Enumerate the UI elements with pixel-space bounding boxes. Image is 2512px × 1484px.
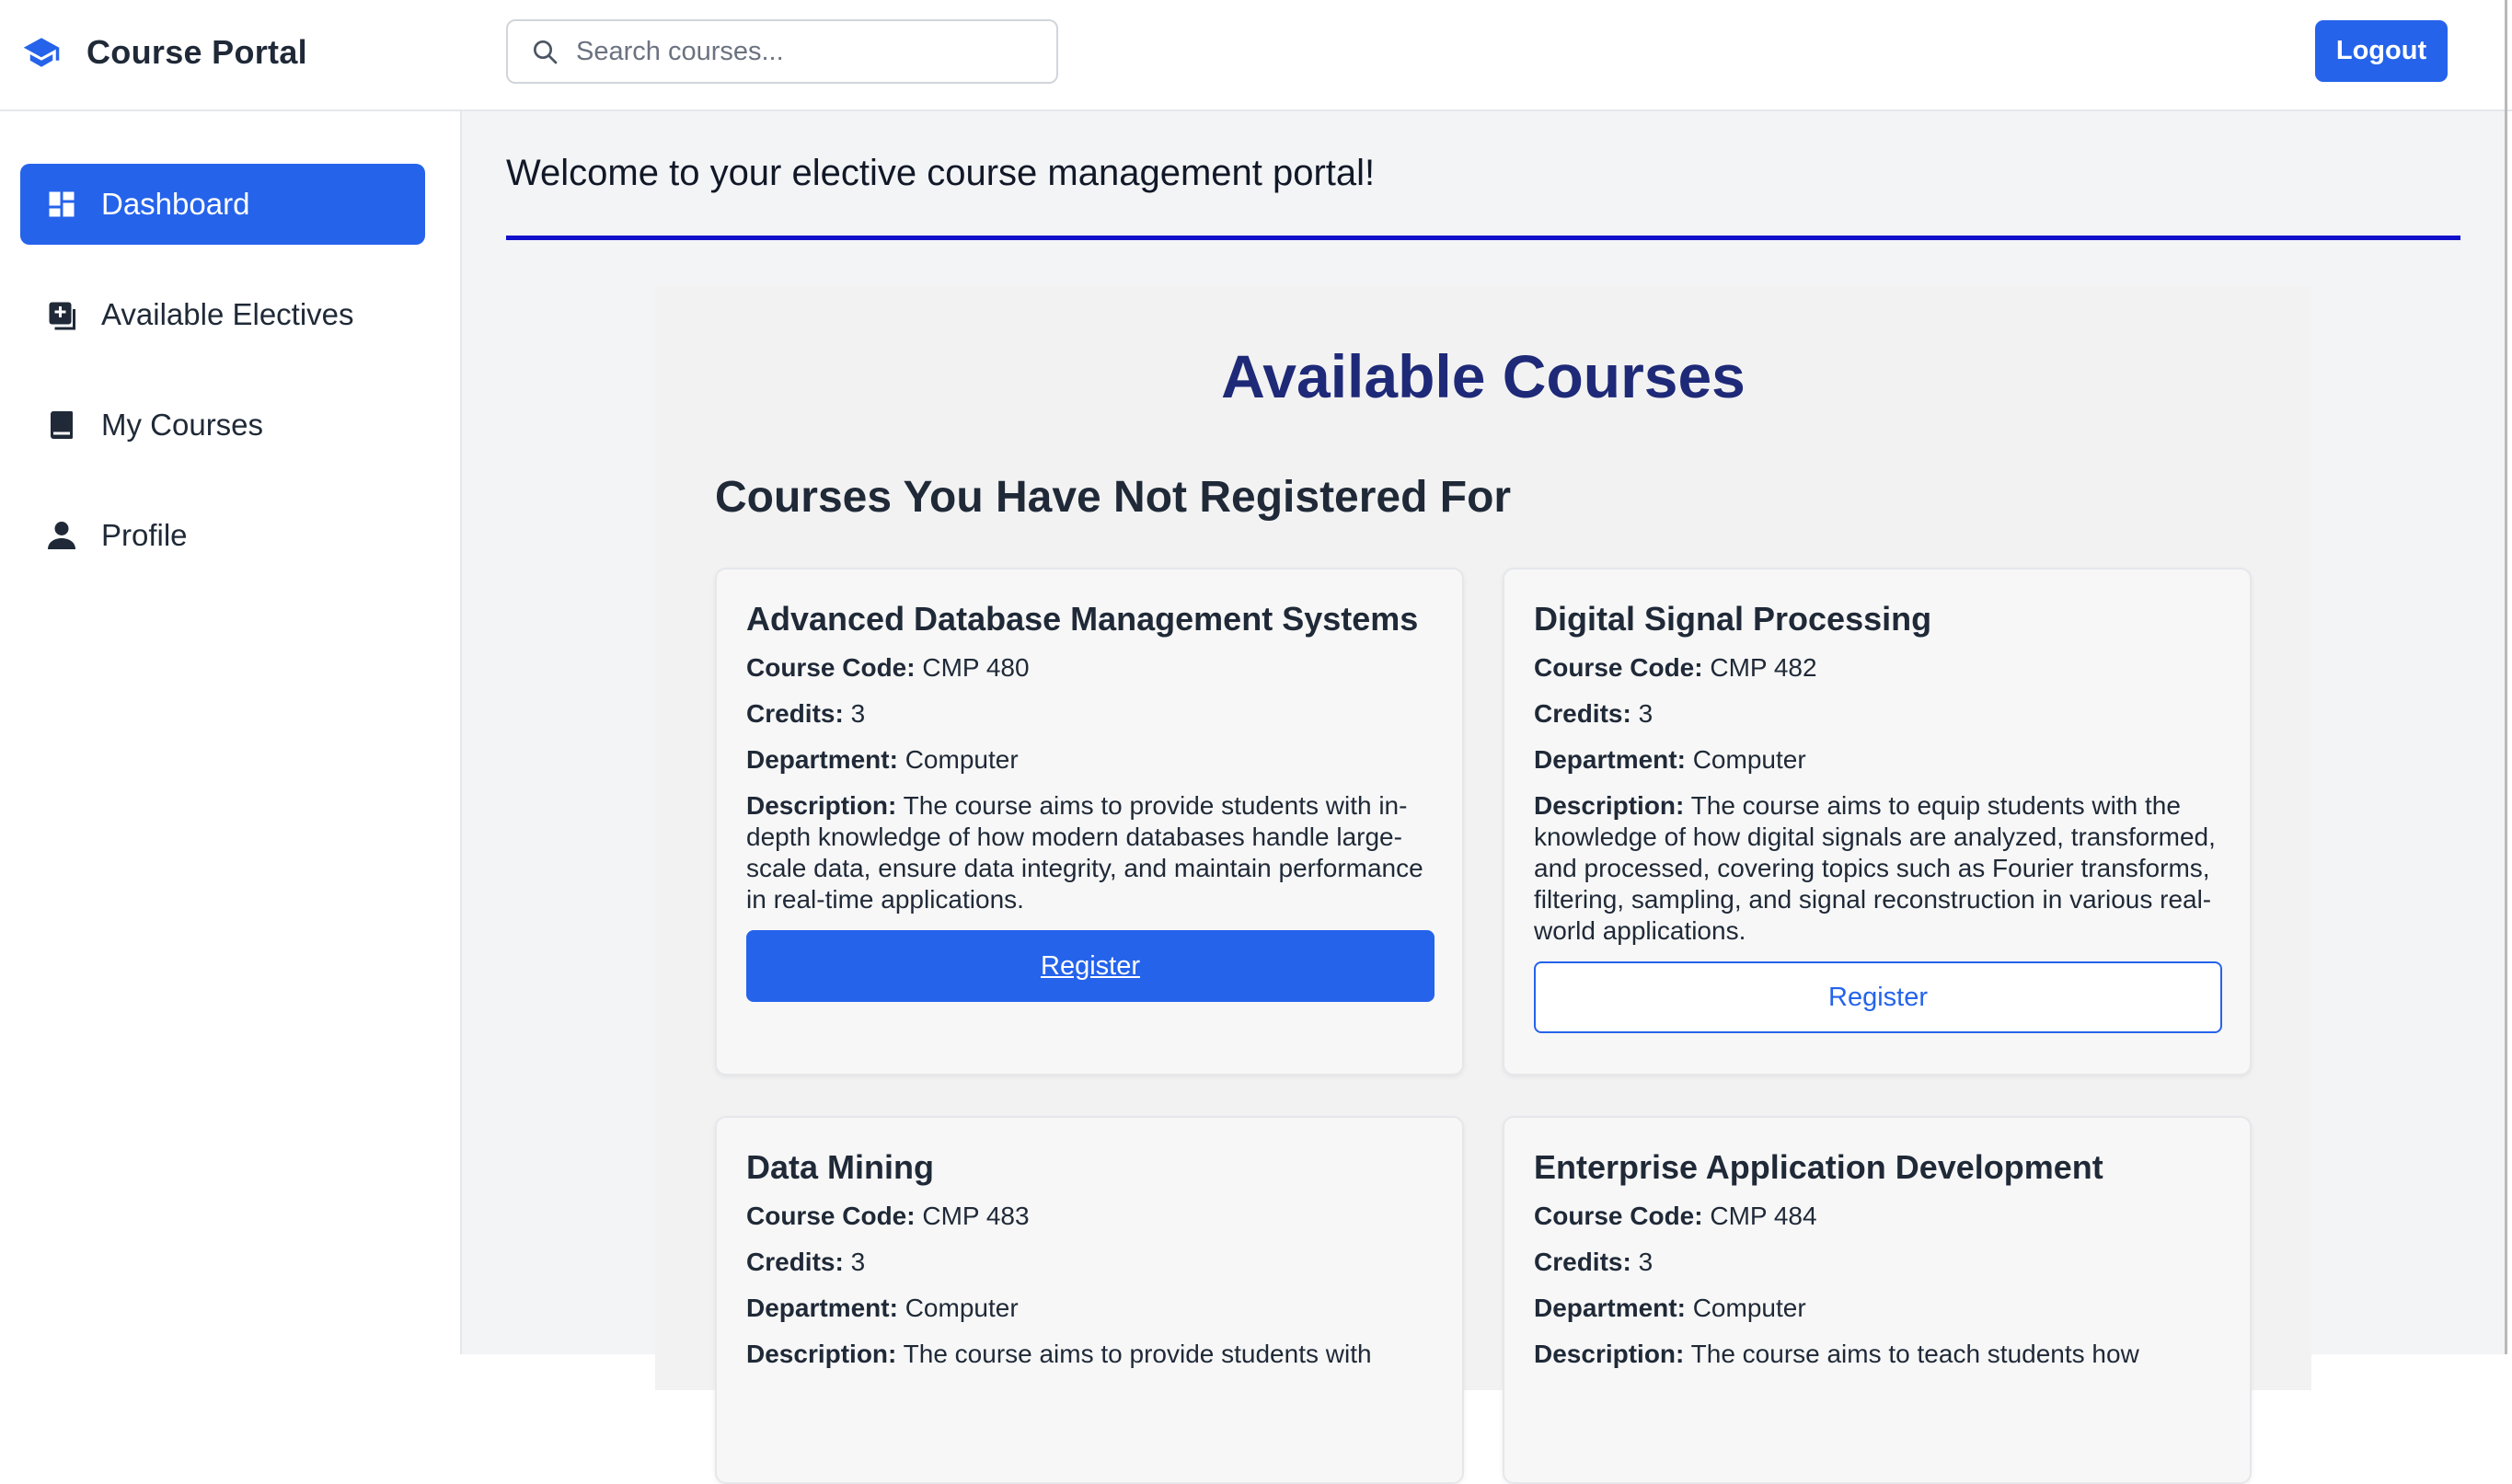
sidebar-item-label: Dashboard (101, 187, 250, 221)
course-card: Advanced Database Management Systems Cou… (715, 568, 1464, 1076)
course-department: Department: Computer (746, 1294, 1019, 1322)
course-card: Data Mining Course Code: CMP 483 Credits… (715, 1116, 1464, 1484)
sidebar-item-available-electives[interactable]: Available Electives (20, 274, 425, 355)
sidebar-item-dashboard[interactable]: Dashboard (20, 164, 425, 245)
course-title: Digital Signal Processing (1534, 600, 1932, 638)
course-title: Enterprise Application Development (1534, 1148, 2103, 1186)
course-credits: Credits: 3 (746, 1248, 866, 1276)
search-input[interactable] (576, 36, 1036, 67)
dashboard-icon (44, 187, 79, 222)
graduation-cap-icon (23, 38, 60, 67)
main-content: Welcome to your elective course manageme… (462, 111, 2505, 1484)
course-code: Course Code: CMP 482 (1534, 653, 1817, 682)
courses-panel: Available Courses Courses You Have Not R… (655, 286, 2311, 1484)
top-bar: Course Portal Logout (0, 0, 2512, 111)
course-title: Data Mining (746, 1148, 934, 1186)
course-department: Department: Computer (1534, 1294, 1806, 1322)
sidebar-item-label: Profile (101, 518, 188, 552)
course-card: Enterprise Application Development Cours… (1503, 1116, 2252, 1484)
book-icon (44, 408, 79, 443)
course-credits: Credits: 3 (1534, 1248, 1654, 1276)
course-department: Department: Computer (746, 745, 1019, 774)
page-title: Available Courses (1221, 342, 1746, 410)
course-card: Digital Signal Processing Course Code: C… (1503, 568, 2252, 1076)
sidebar-item-label: Available Electives (101, 297, 354, 331)
sidebar-item-my-courses[interactable]: My Courses (20, 385, 425, 466)
brand[interactable]: Course Portal (22, 24, 307, 81)
course-credits: Credits: 3 (746, 699, 866, 728)
add-box-icon (44, 297, 79, 332)
course-description: Description: The course aims to equip st… (1534, 791, 2216, 945)
sidebar-item-profile[interactable]: Profile (20, 495, 425, 576)
brand-title: Course Portal (86, 33, 307, 71)
search-icon (534, 40, 558, 64)
course-description: Description: The course aims to provide … (746, 791, 1423, 914)
course-description: Description: The course aims to teach st… (1534, 1340, 2139, 1368)
course-description: Description: The course aims to provide … (746, 1340, 1372, 1368)
divider (506, 236, 2460, 240)
sidebar-item-label: My Courses (101, 408, 264, 442)
course-credits: Credits: 3 (1534, 699, 1654, 728)
course-department: Department: Computer (1534, 745, 1806, 774)
course-title: Advanced Database Management Systems (746, 600, 1419, 638)
course-code: Course Code: CMP 483 (746, 1202, 1030, 1230)
register-button[interactable]: Register (1534, 961, 2222, 1033)
course-code: Course Code: CMP 484 (1534, 1202, 1817, 1230)
course-code: Course Code: CMP 480 (746, 653, 1030, 682)
section-title: Courses You Have Not Registered For (715, 473, 1512, 522)
logout-button[interactable]: Logout (2315, 20, 2448, 82)
register-button[interactable]: Register (746, 930, 1435, 1002)
scrollbar[interactable] (2505, 0, 2507, 1354)
sidebar: Dashboard Available Electives My Courses (0, 111, 462, 1354)
person-icon (44, 518, 79, 553)
search-box[interactable] (506, 19, 1058, 84)
welcome-message: Welcome to your elective course manageme… (506, 153, 1376, 193)
